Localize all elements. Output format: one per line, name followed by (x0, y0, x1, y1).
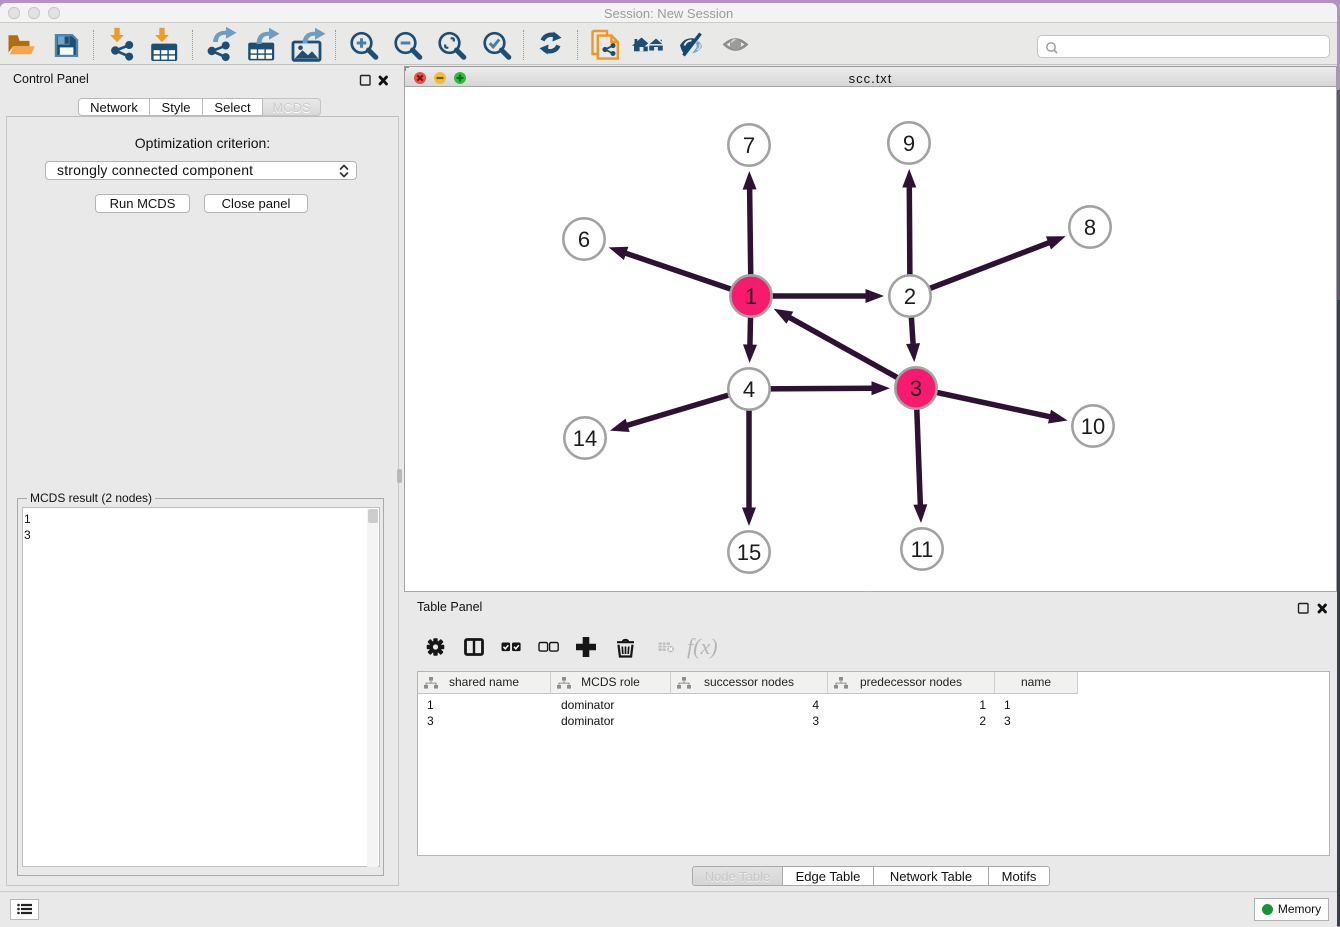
svg-text:11: 11 (911, 537, 934, 562)
svg-text:4: 4 (743, 377, 755, 402)
svg-text:15: 15 (737, 540, 761, 565)
svg-text:6: 6 (578, 227, 590, 252)
svg-text:10: 10 (1081, 414, 1105, 439)
svg-text:7: 7 (743, 133, 755, 158)
svg-text:8: 8 (1084, 215, 1096, 240)
svg-text:3: 3 (910, 376, 922, 401)
svg-text:14: 14 (573, 426, 597, 451)
svg-text:2: 2 (904, 284, 916, 309)
svg-text:1: 1 (745, 284, 757, 309)
svg-text:9: 9 (903, 131, 915, 156)
svg-text:f(x): f(x) (687, 634, 718, 659)
